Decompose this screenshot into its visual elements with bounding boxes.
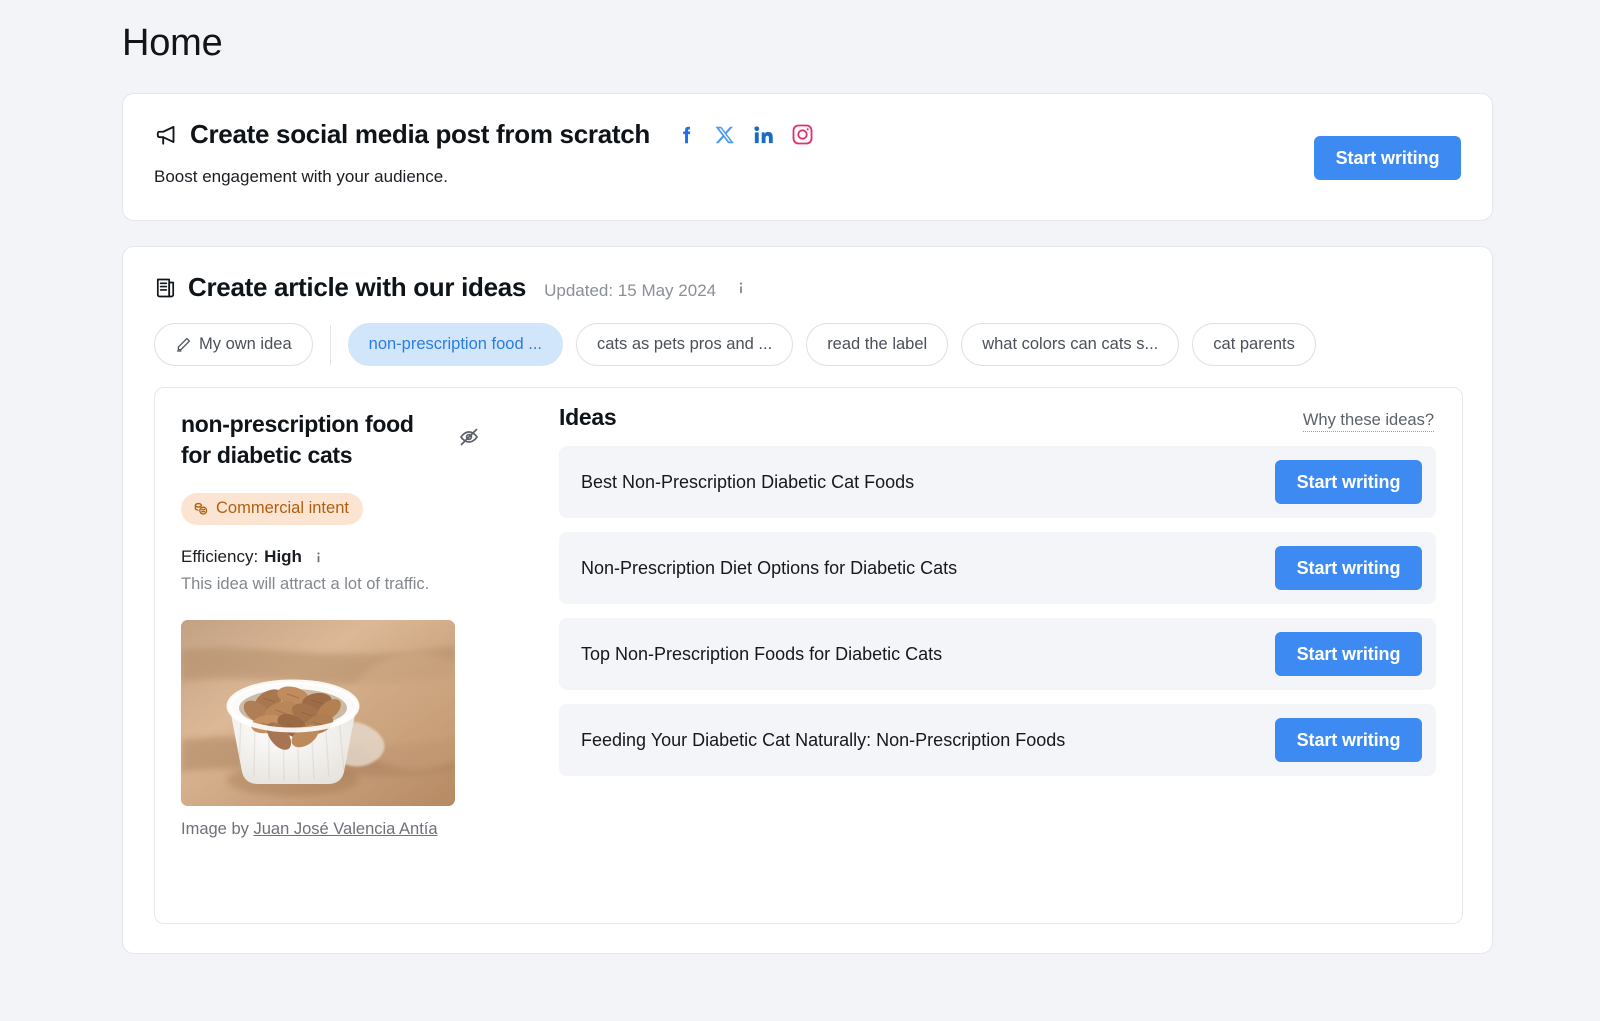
status-badge-label: Commercial intent — [216, 499, 349, 518]
idea-title: Top Non-Prescription Foods for Diabetic … — [581, 644, 942, 665]
coins-icon — [193, 501, 209, 517]
social-card-subtitle: Boost engagement with your audience. — [154, 167, 448, 187]
article-icon — [154, 276, 178, 300]
megaphone-icon — [154, 122, 180, 148]
article-ideas-card: Create article with our ideas Updated: 1… — [122, 246, 1493, 954]
article-card-title: Create article with our ideas — [188, 272, 526, 303]
chip-divider — [330, 325, 331, 365]
chip-label: what colors can cats s... — [982, 335, 1158, 354]
social-card-title: Create social media post from scratch — [190, 119, 650, 150]
why-these-ideas-link[interactable]: Why these ideas? — [1303, 411, 1434, 432]
efficiency-note: This idea will attract a lot of traffic. — [181, 575, 481, 594]
chip-cat-parents[interactable]: cat parents — [1192, 323, 1316, 366]
idea-row[interactable]: Feeding Your Diabetic Cat Naturally: Non… — [559, 704, 1436, 776]
chip-label: cats as pets pros and ... — [597, 335, 772, 354]
page-title: Home — [122, 22, 223, 65]
social-card-header: Create social media post from scratch — [154, 119, 814, 150]
keyword-title-row: non-prescription food for diabetic cats — [181, 409, 481, 470]
article-updated-label: Updated: 15 May 2024 — [544, 281, 716, 301]
chip-label: non-prescription food ... — [369, 335, 542, 354]
social-network-icons — [676, 123, 814, 147]
keyword-title: non-prescription food for diabetic cats — [181, 409, 431, 470]
home-page: Home Create social media post from scrat… — [0, 0, 1600, 1021]
idea-start-writing-button[interactable]: Start writing — [1275, 718, 1422, 762]
info-icon[interactable] — [734, 281, 748, 295]
keyword-detail-column: non-prescription food for diabetic cats — [181, 409, 481, 839]
image-credit: Image by Juan José Valencia Antía — [181, 820, 481, 839]
ideas-header: Ideas Why these ideas? — [559, 404, 1436, 432]
efficiency-row: Efficiency: High — [181, 547, 481, 567]
chip-label: read the label — [827, 335, 927, 354]
idea-row[interactable]: Best Non-Prescription Diabetic Cat Foods… — [559, 446, 1436, 518]
status-badge: Commercial intent — [181, 493, 363, 525]
article-card-header: Create article with our ideas Updated: 1… — [154, 272, 748, 303]
chip-what-colors-can-cats-see[interactable]: what colors can cats s... — [961, 323, 1179, 366]
idea-title: Best Non-Prescription Diabetic Cat Foods — [581, 472, 914, 493]
ideas-heading: Ideas — [559, 404, 616, 431]
idea-detail-panel: non-prescription food for diabetic cats — [154, 387, 1463, 924]
social-post-card: Create social media post from scratch — [122, 93, 1493, 221]
idea-start-writing-button[interactable]: Start writing — [1275, 546, 1422, 590]
chip-my-own-idea[interactable]: My own idea — [154, 323, 313, 366]
efficiency-label: Efficiency: — [181, 547, 258, 567]
almond-bowl-illustration — [181, 620, 455, 806]
idea-row[interactable]: Top Non-Prescription Foods for Diabetic … — [559, 618, 1436, 690]
x-twitter-icon[interactable] — [714, 124, 736, 146]
facebook-icon[interactable] — [676, 123, 698, 147]
chip-cats-as-pets[interactable]: cats as pets pros and ... — [576, 323, 793, 366]
chip-read-the-label[interactable]: read the label — [806, 323, 948, 366]
social-start-writing-button[interactable]: Start writing — [1314, 136, 1461, 180]
efficiency-value: High — [264, 547, 302, 567]
idea-title: Non-Prescription Diet Options for Diabet… — [581, 558, 957, 579]
idea-start-writing-button[interactable]: Start writing — [1275, 460, 1422, 504]
pencil-icon — [175, 336, 192, 353]
ideas-column: Ideas Why these ideas? Best Non-Prescrip… — [559, 404, 1436, 776]
idea-title: Feeding Your Diabetic Cat Naturally: Non… — [581, 730, 1065, 751]
linkedin-icon[interactable] — [752, 123, 775, 146]
image-credit-author-link[interactable]: Juan José Valencia Antía — [253, 820, 437, 838]
chip-label: My own idea — [199, 335, 292, 354]
idea-thumbnail-image — [181, 620, 455, 806]
idea-row[interactable]: Non-Prescription Diet Options for Diabet… — [559, 532, 1436, 604]
efficiency-info-icon[interactable] — [312, 549, 326, 563]
idea-chip-row: My own idea non-prescription food ... ca… — [154, 323, 1316, 366]
chip-non-prescription-food[interactable]: non-prescription food ... — [348, 323, 563, 366]
idea-start-writing-button[interactable]: Start writing — [1275, 632, 1422, 676]
instagram-icon[interactable] — [791, 123, 814, 146]
image-credit-prefix: Image by — [181, 820, 249, 838]
eye-off-icon[interactable] — [457, 425, 481, 449]
chip-label: cat parents — [1213, 335, 1295, 354]
